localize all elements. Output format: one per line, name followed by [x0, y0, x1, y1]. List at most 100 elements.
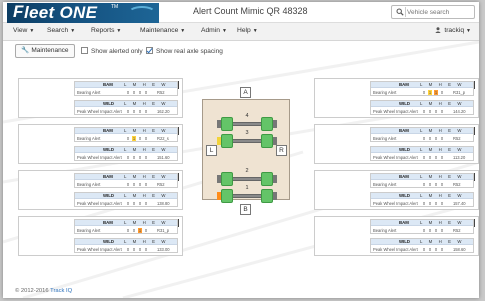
alert-count-cell[interactable]: 0 — [434, 228, 438, 233]
alert-count-cell[interactable]: 0 — [144, 228, 148, 233]
alert-count-cell[interactable]: 0 — [138, 182, 142, 187]
menu-reports[interactable]: Reports ▼ — [91, 27, 121, 34]
right-bearing-indicator[interactable] — [273, 175, 277, 183]
alert-count-cell[interactable]: 0 — [434, 182, 438, 187]
wheelset[interactable]: 3 — [215, 130, 279, 148]
alert-count-cell[interactable]: 0 — [132, 201, 136, 206]
right-bearing-indicator[interactable] — [273, 137, 277, 145]
show-alerted-only-checkbox[interactable] — [81, 47, 88, 54]
alert-count-cell[interactable]: 0 — [428, 182, 432, 187]
show-real-axle-spacing-checkbox[interactable] — [146, 47, 153, 54]
alert-count-cell[interactable]: 0 — [428, 109, 432, 114]
alert-count-cell[interactable]: 0 — [440, 201, 444, 206]
alert-count-cell[interactable]: 0 — [422, 228, 426, 233]
alert-count-cell[interactable]: 0 — [132, 182, 136, 187]
alert-count-cell[interactable]: 0 — [440, 136, 444, 141]
alert-count-cell[interactable]: 0 — [428, 247, 432, 252]
right-wheel[interactable] — [261, 189, 273, 203]
maintenance-button[interactable]: 🔧 Maintenance — [15, 44, 75, 58]
alert-count-cell[interactable]: 0 — [138, 109, 142, 114]
left-wheel[interactable] — [221, 134, 233, 148]
fleetone-logo[interactable]: F leet ONE TM — [7, 3, 159, 23]
alert-count-cell[interactable]: 0 — [144, 136, 148, 141]
menu-admin[interactable]: Admin ▼ — [201, 27, 227, 34]
show-alerted-only-toggle[interactable]: Show alerted only — [81, 47, 143, 55]
alert-count-cell[interactable]: 0 — [132, 109, 136, 114]
alert-count-cell[interactable]: 0 — [422, 155, 426, 160]
alert-count-cell[interactable]: 0 — [132, 90, 136, 95]
wheelset[interactable]: 4 — [215, 113, 279, 131]
wheelset[interactable]: 2 — [215, 168, 279, 186]
alert-count-cell[interactable]: 0 — [428, 201, 432, 206]
wild-alert-table[interactable]: WILD L M H E W Peak Wheel Impact Alert 0 0 0 0… — [74, 192, 178, 207]
bam-alert-table[interactable]: BAM L M H E W Bearing Alert 0 0 0 0 R52 — [370, 219, 474, 234]
alert-count-cell[interactable]: 0 — [422, 90, 426, 95]
alert-count-cell[interactable]: 1 — [428, 90, 432, 95]
alert-count-cell[interactable]: 0 — [422, 247, 426, 252]
alert-count-cell[interactable]: 0 — [138, 90, 142, 95]
alert-count-cell[interactable]: 0 — [440, 155, 444, 160]
wild-alert-table[interactable]: WILD L M H E W Peak Wheel Impact Alert 0 0 0 0… — [74, 238, 178, 253]
menu-help[interactable]: Help ▼ — [237, 27, 258, 34]
right-wheel[interactable] — [261, 172, 273, 186]
alert-count-cell[interactable]: 0 — [428, 228, 432, 233]
alert-count-cell[interactable]: 0 — [422, 182, 426, 187]
alert-count-cell[interactable]: 0 — [440, 182, 444, 187]
alert-count-cell[interactable]: 0 — [138, 155, 142, 160]
bam-alert-table[interactable]: BAM L M H E W Bearing Alert 0 1 1 0 R31_p — [370, 81, 474, 96]
bam-alert-table[interactable]: BAM L M H E W Bearing Alert 0 0 1 0 R31_p — [74, 219, 178, 234]
alert-count-cell[interactable]: 0 — [126, 182, 130, 187]
alert-count-cell[interactable]: 0 — [440, 90, 444, 95]
search-icon[interactable] — [394, 7, 406, 17]
alert-count-cell[interactable]: 0 — [132, 155, 136, 160]
alert-count-cell[interactable]: 1 — [138, 228, 142, 233]
wild-alert-table[interactable]: WILD L M H E W Peak Wheel Impact Alert 0 0 0 0… — [370, 146, 474, 161]
wild-alert-table[interactable]: WILD L M H E W Peak Wheel Impact Alert 0 0 0 0… — [370, 238, 474, 253]
alert-count-cell[interactable]: 0 — [138, 201, 142, 206]
right-wheel[interactable] — [261, 134, 273, 148]
alert-count-cell[interactable]: 0 — [144, 247, 148, 252]
alert-count-cell[interactable]: 0 — [138, 247, 142, 252]
alert-count-cell[interactable]: 0 — [132, 228, 136, 233]
wild-alert-table[interactable]: WILD L M H E W Peak Wheel Impact Alert 0 0 0 0… — [74, 100, 178, 115]
alert-count-cell[interactable]: 0 — [126, 228, 130, 233]
alert-count-cell[interactable]: 0 — [440, 247, 444, 252]
right-bearing-indicator[interactable] — [273, 120, 277, 128]
wheelset[interactable]: 1 — [215, 185, 279, 203]
alert-count-cell[interactable]: 0 — [434, 136, 438, 141]
alert-count-cell[interactable]: 0 — [428, 155, 432, 160]
bam-alert-table[interactable]: BAM L M H E W Bearing Alert 0 0 0 0 R52 — [74, 81, 178, 96]
right-wheel[interactable] — [261, 117, 273, 131]
alert-count-cell[interactable]: 0 — [126, 109, 130, 114]
bam-alert-table[interactable]: BAM L M H E W Bearing Alert 0 0 0 0 R52 — [370, 173, 474, 188]
alert-count-cell[interactable]: 0 — [126, 136, 130, 141]
alert-count-cell[interactable]: 0 — [434, 201, 438, 206]
alert-count-cell[interactable]: 0 — [144, 182, 148, 187]
menu-maintenance[interactable]: Maintenance ▼ — [140, 27, 185, 34]
alert-count-cell[interactable]: 0 — [126, 247, 130, 252]
alert-count-cell[interactable]: 0 — [126, 90, 130, 95]
user-menu[interactable]: trackiq ▼ — [435, 27, 471, 34]
left-wheel[interactable] — [221, 172, 233, 186]
wild-alert-table[interactable]: WILD L M H E W Peak Wheel Impact Alert 0 0 0 0… — [370, 192, 474, 207]
alert-count-cell[interactable]: 0 — [422, 201, 426, 206]
alert-count-cell[interactable]: 0 — [434, 247, 438, 252]
alert-count-cell[interactable]: 0 — [132, 247, 136, 252]
alert-count-cell[interactable]: 0 — [144, 90, 148, 95]
alert-count-cell[interactable]: 0 — [144, 201, 148, 206]
show-real-axle-spacing-toggle[interactable]: Show real axle spacing — [146, 47, 223, 55]
bam-alert-table[interactable]: BAM L M H E W Bearing Alert 0 0 0 0 R52 — [370, 127, 474, 142]
right-bearing-indicator[interactable] — [273, 192, 277, 200]
vehicle-search-input[interactable] — [407, 7, 473, 17]
alert-count-cell[interactable]: 0 — [428, 136, 432, 141]
trackiq-link[interactable]: Track IQ — [50, 288, 72, 294]
wild-alert-table[interactable]: WILD L M H E W Peak Wheel Impact Alert 0 0 0 0… — [74, 146, 178, 161]
menu-view[interactable]: View ▼ — [13, 27, 34, 34]
alert-count-cell[interactable]: 0 — [422, 109, 426, 114]
alert-count-cell[interactable]: 0 — [144, 109, 148, 114]
wild-alert-table[interactable]: WILD L M H E W Peak Wheel Impact Alert 0 0 0 0… — [370, 100, 474, 115]
end-a-tag[interactable]: A — [240, 87, 251, 98]
vehicle-search[interactable] — [391, 5, 475, 19]
alert-count-cell[interactable]: 0 — [434, 109, 438, 114]
alert-count-cell[interactable]: 0 — [440, 228, 444, 233]
